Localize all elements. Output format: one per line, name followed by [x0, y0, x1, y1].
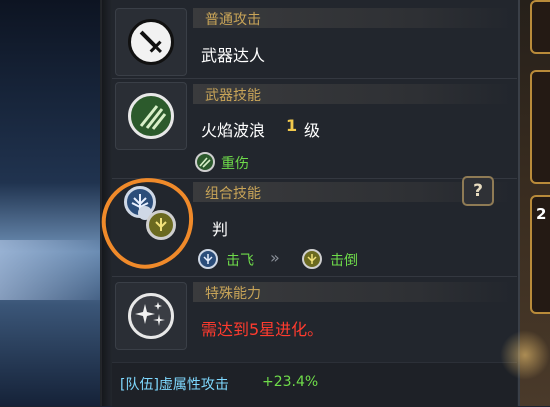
weapon-skill-name: 火焰波浪 — [201, 121, 266, 140]
weapon-skill-level-unit: 级 — [304, 121, 321, 140]
divider — [112, 78, 517, 79]
special-note: 需达到5星进化。 — [201, 320, 324, 339]
background-scenery — [0, 0, 100, 406]
claw-mini-icon — [195, 152, 215, 172]
wing-gold-mini-icon — [302, 249, 322, 269]
claw-slash-icon — [128, 93, 174, 139]
divider — [112, 178, 517, 179]
weapon-skill-icon-box[interactable] — [115, 82, 187, 150]
sparkle-icon — [128, 293, 174, 339]
sword-icon — [128, 19, 174, 65]
special-header: 特殊能力 — [205, 286, 261, 302]
combo-effect-knockup: 击飞 — [226, 253, 254, 269]
right-side-card[interactable]: 2 — [530, 195, 550, 314]
divider — [112, 276, 517, 277]
sparkle-glow — [500, 330, 550, 380]
weapon-skill-effect-label: 重伤 — [221, 156, 249, 172]
weapon-skill-header: 武器技能 — [205, 88, 261, 104]
right-side-card[interactable] — [530, 0, 550, 54]
team-stat-label: [队伍]虚属性攻击 — [120, 377, 229, 393]
wing-blue-mini-icon — [198, 249, 218, 269]
special-icon-box[interactable] — [115, 282, 187, 350]
weapon-skill-level-value: 1 — [286, 116, 298, 135]
combo-skill-header: 组合技能 — [205, 186, 261, 202]
normal-attack-name: 武器达人 — [201, 46, 266, 65]
normal-attack-header: 普通攻击 — [205, 12, 261, 28]
team-stat-value: +23.4% — [262, 374, 319, 390]
combo-arrow: » — [270, 248, 280, 267]
help-button[interactable]: ? — [462, 176, 494, 206]
right-side-card[interactable] — [530, 70, 550, 184]
normal-attack-icon-box[interactable] — [115, 8, 187, 76]
right-card-number: 2 — [536, 205, 547, 223]
combo-skill-name: 判 — [212, 220, 229, 239]
combo-effect-knockdown: 击倒 — [330, 253, 358, 269]
